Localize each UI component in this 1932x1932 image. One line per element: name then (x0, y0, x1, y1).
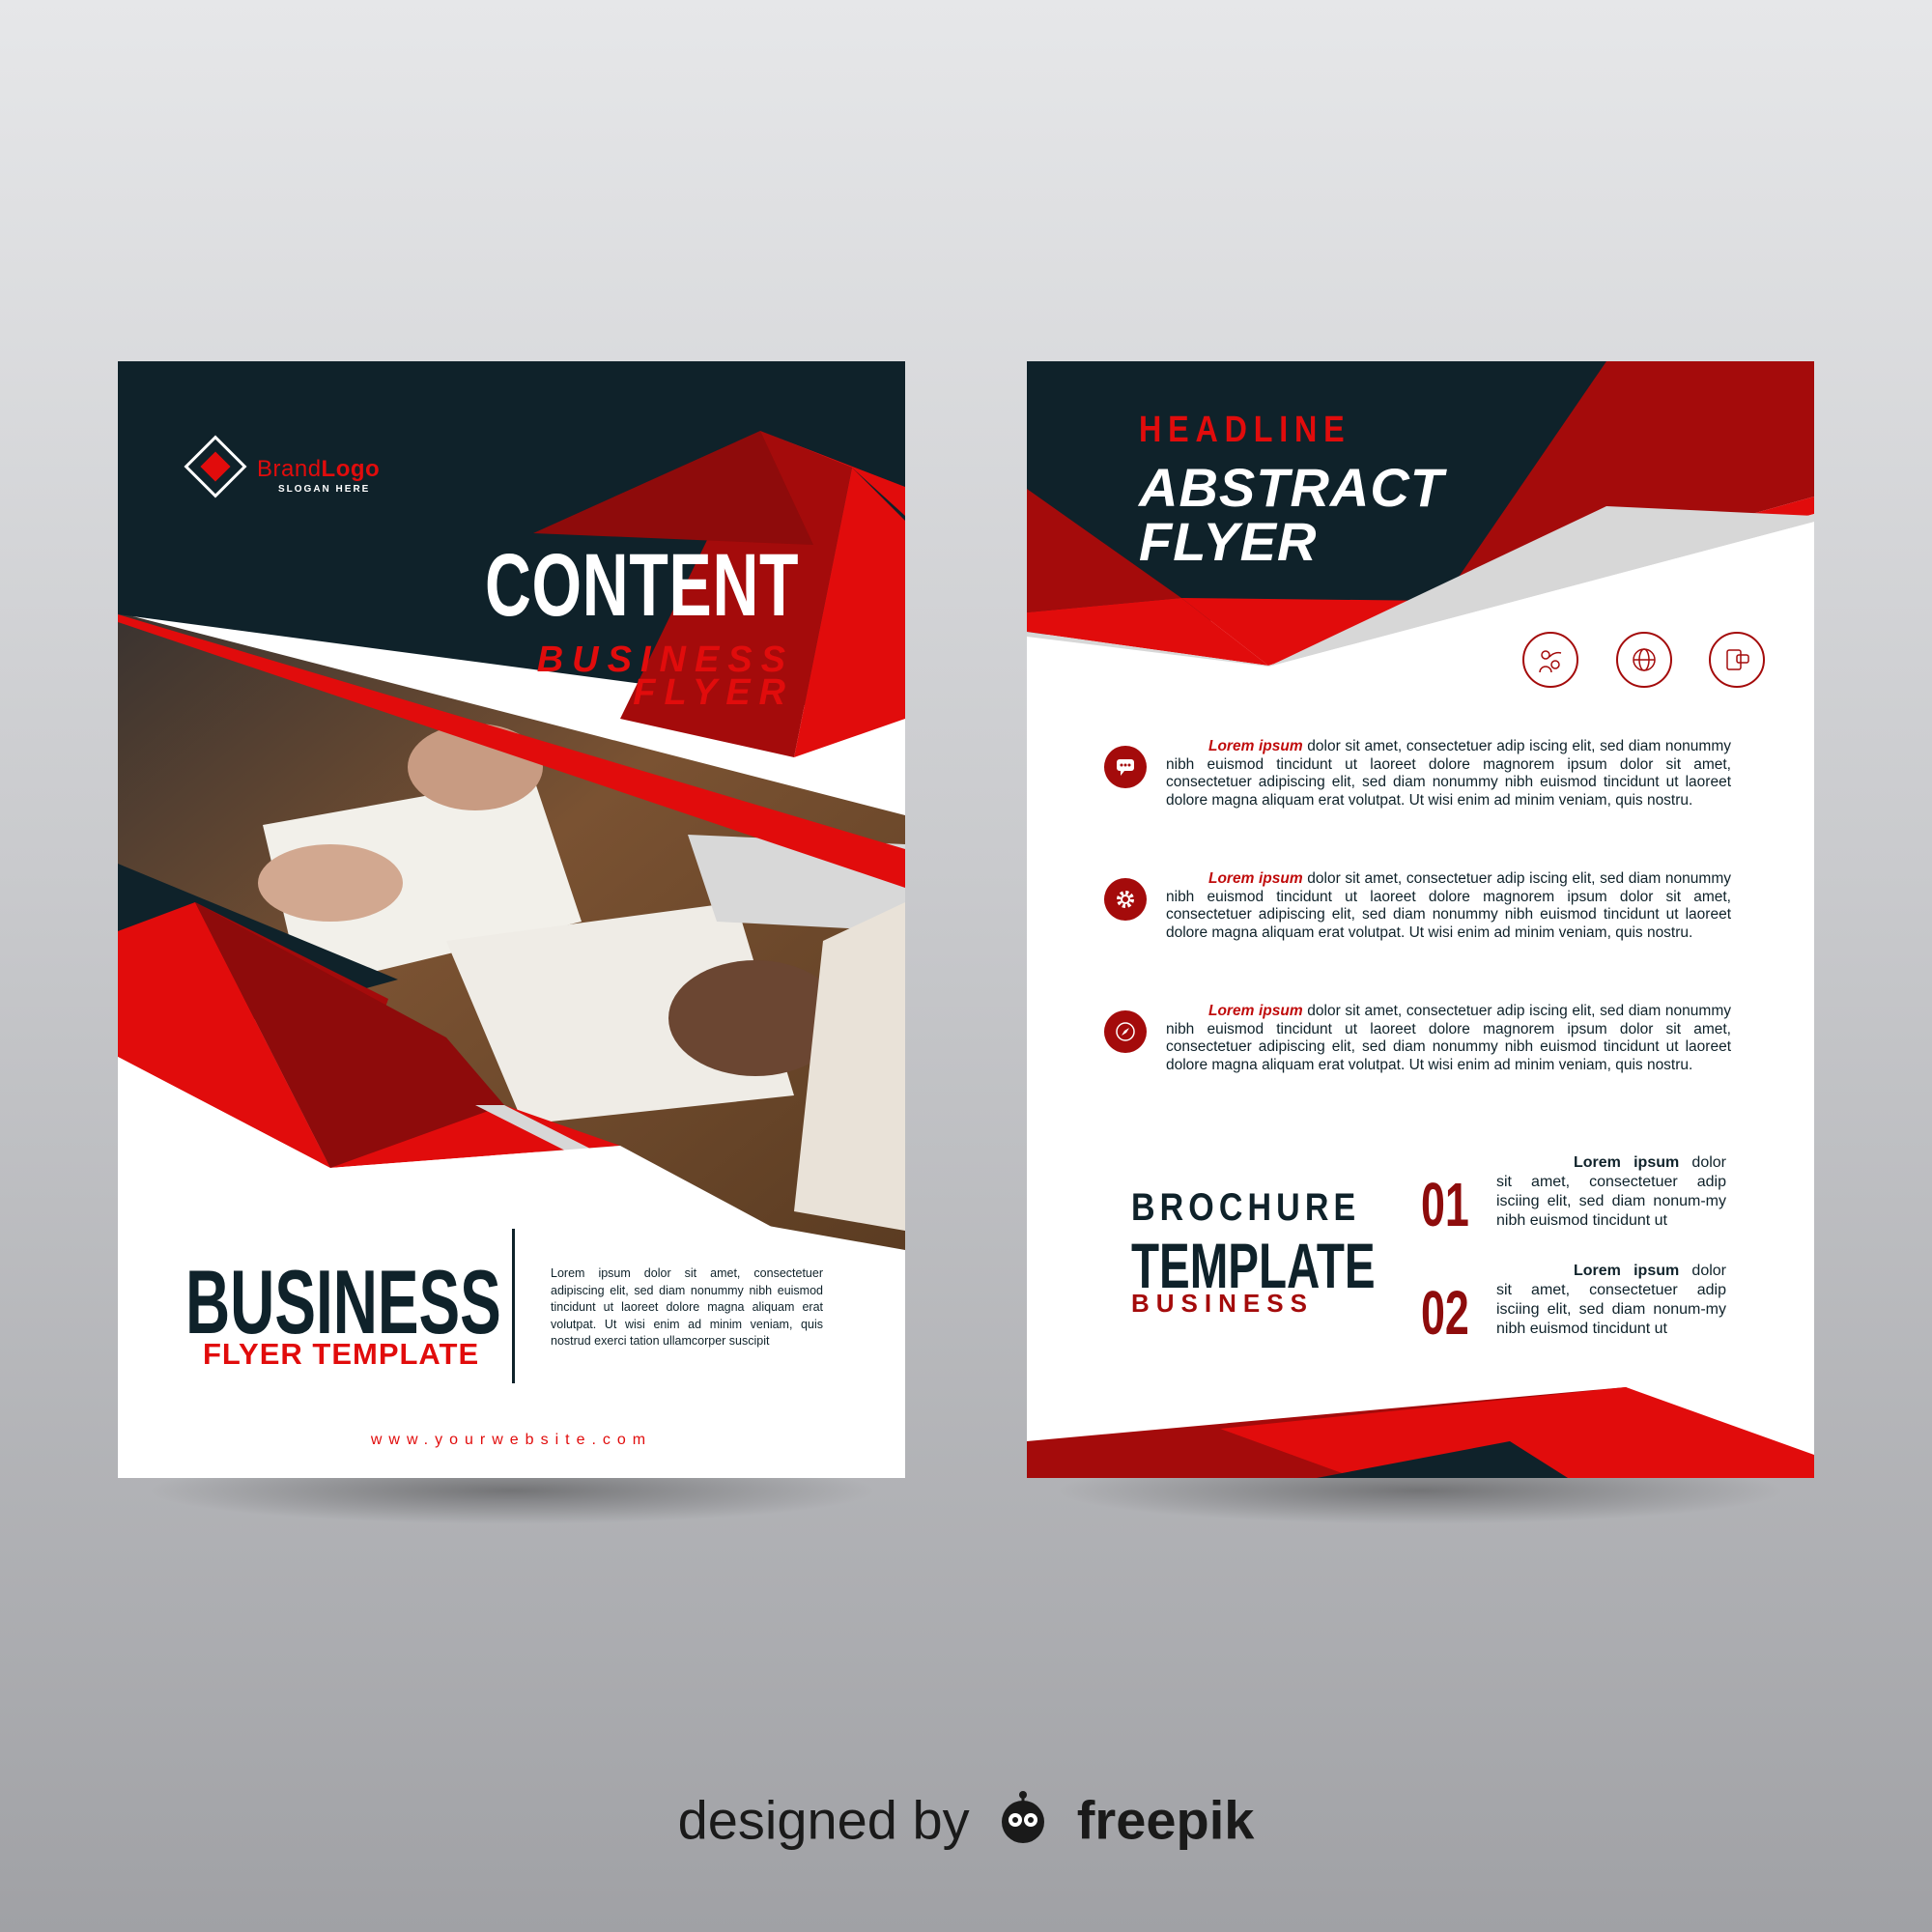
divider-line (512, 1229, 515, 1383)
content-title: CONTENT (485, 536, 800, 635)
freepik-logo-icon (992, 1787, 1054, 1861)
business-subtitle: FLYER TEMPLATE (203, 1337, 480, 1371)
photo-hand-2 (258, 844, 403, 922)
brochure-line3: BUSINESS (1131, 1289, 1314, 1318)
content-subtitle-line2: FLYER (633, 672, 794, 713)
headline: HEADLINE (1139, 410, 1351, 450)
right-flyer-page: HEADLINE ABSTRACT FLYER Lorem ipsum dolo… (1027, 361, 1814, 1478)
credit-prefix: designed by (677, 1789, 970, 1851)
globe-icon (1616, 632, 1672, 688)
gear-icon (1104, 878, 1147, 921)
left-flyer-page: BrandLogo SLOGAN HERE CONTENT BUSINESS F… (118, 361, 905, 1478)
website-link[interactable]: www.yourwebsite.com (118, 1432, 905, 1449)
compass-icon (1104, 1010, 1147, 1053)
numbered-text-2: Lorem ipsum dolor sit amet, consectetuer… (1496, 1263, 1726, 1337)
brochure-line1: BROCHURE (1131, 1186, 1361, 1229)
chat-bubble-icon (1104, 746, 1147, 788)
number-01: 01 (1421, 1170, 1469, 1239)
designer-credit: designed by freepik (0, 1787, 1932, 1861)
number-02: 02 (1421, 1278, 1469, 1348)
paragraph-3: Lorem ipsum dolor sit amet, consectetuer… (1166, 1003, 1731, 1073)
brand-name: BrandLogo (257, 456, 381, 482)
paragraph-1: Lorem ipsum dolor sit amet, consectetuer… (1166, 738, 1731, 809)
chat-devices-icon (1709, 632, 1765, 688)
numbered-text-1: Lorem ipsum dolor sit amet, consectetuer… (1496, 1154, 1726, 1229)
abstract-title-line2: FLYER (1139, 511, 1318, 572)
brand-slogan: SLOGAN HERE (278, 484, 371, 495)
left-body-text: Lorem ipsum dolor sit amet, consectetuer… (551, 1266, 823, 1348)
credit-brand: freepik (1076, 1789, 1255, 1851)
paragraph-2: Lorem ipsum dolor sit amet, consectetuer… (1166, 870, 1731, 941)
people-network-icon (1522, 632, 1578, 688)
